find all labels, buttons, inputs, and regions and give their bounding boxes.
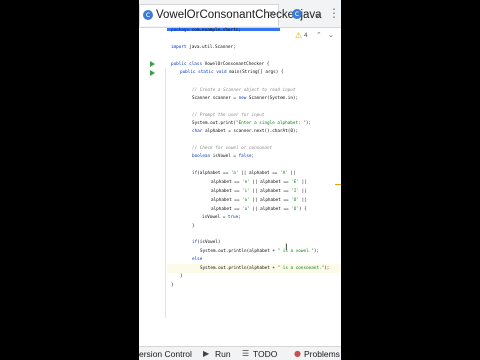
code-line: import java.util.Scanner; (171, 45, 236, 50)
chevron-down-icon[interactable]: ⌄ (313, 7, 322, 20)
ide-window: c VowelOrConsonantChecker.java ✕ c ⌄ ⋮ ⚠… (139, 0, 341, 360)
code-line: boolean isVowel = false; (192, 154, 255, 159)
code-line: System.out.println(alphabet + " is a con… (200, 266, 330, 271)
code-line: } (171, 283, 174, 288)
text-cursor-icon: I (285, 243, 288, 253)
more-options-icon[interactable]: ⋮ (328, 6, 340, 20)
fold-guide (165, 68, 166, 318)
problems-icon[interactable]: ● (294, 349, 301, 358)
run-main-icon[interactable] (150, 70, 155, 76)
code-line: Scanner scanner = new Scanner(System.in)… (192, 96, 299, 101)
code-line: char alphabet = scanner.next().charAt(0)… (192, 129, 299, 134)
code-line: package com.example.shorts; (171, 28, 241, 33)
code-line: } (180, 274, 183, 279)
run-icon[interactable]: ▶ (203, 349, 209, 358)
problems-button[interactable]: Problems (304, 349, 340, 359)
tab-vowel-checker[interactable]: c VowelOrConsonantChecker.java ✕ (139, 4, 322, 31)
run-class-icon[interactable] (150, 61, 155, 67)
code-line: alphabet == 'i' || alphabet == 'I' || (211, 189, 307, 194)
run-button[interactable]: Run (215, 349, 231, 359)
version-control-button[interactable]: ersion Control (139, 349, 192, 359)
code-line: if(alphabet == 'a' || alphabet == 'A' || (192, 171, 296, 176)
code-line: } (192, 224, 195, 229)
code-line: System.out.println(alphabet + " is a vow… (200, 249, 320, 254)
editor-gutter (139, 28, 167, 346)
todo-button[interactable]: TODO (253, 349, 277, 359)
code-line: alphabet == 'e' || alphabet == 'E' || (211, 180, 307, 185)
code-line: else (192, 257, 203, 262)
todo-icon[interactable]: ☰ (242, 349, 249, 358)
tool-window-bar: ersion Control ▶ Run ☰ TODO ● Problems (139, 346, 341, 360)
close-icon[interactable]: ✕ (268, 10, 276, 20)
code-line: if(isVowel) (192, 240, 221, 245)
code-line: alphabet == 'o' || alphabet == 'O' || (211, 198, 307, 203)
code-line: public static void main(String[] args) { (180, 70, 284, 75)
java-class-icon[interactable]: c (292, 9, 302, 19)
code-editor[interactable]: package com.example.shorts; import java.… (171, 28, 341, 346)
code-line: isVowel = true; (202, 215, 241, 220)
scrollbar-warning-marker[interactable] (335, 184, 341, 185)
editor-tab-bar: c VowelOrConsonantChecker.java ✕ c ⌄ ⋮ (139, 0, 341, 31)
java-class-icon: c (143, 10, 153, 20)
